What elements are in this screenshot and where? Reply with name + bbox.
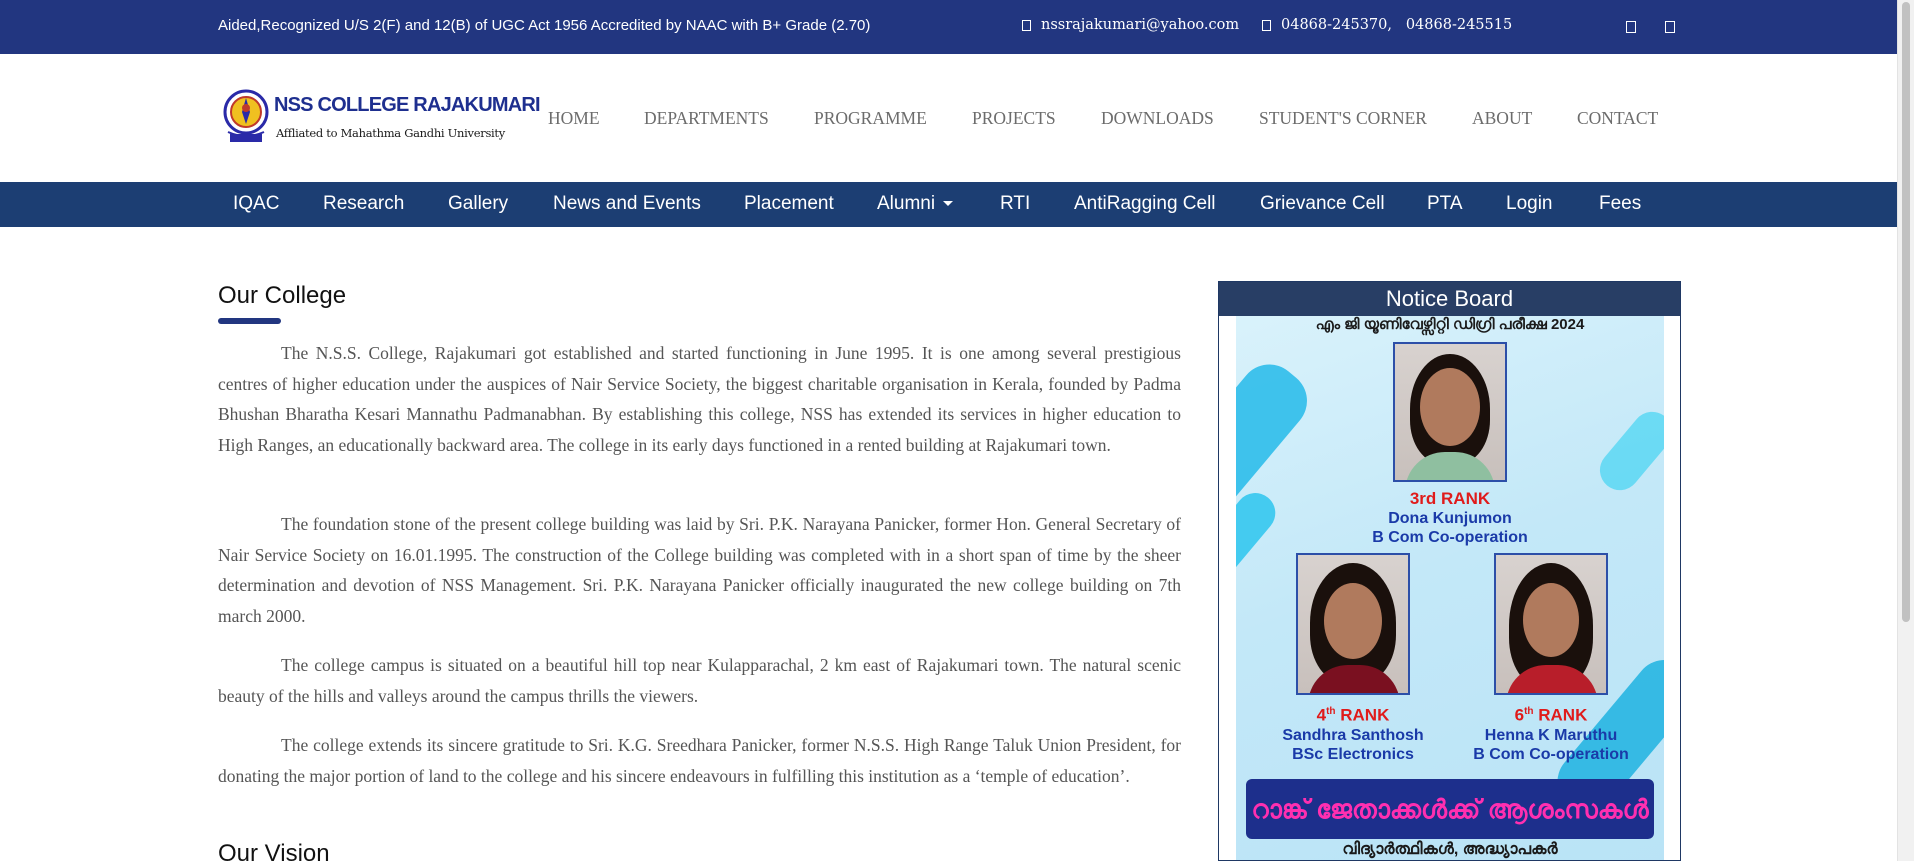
college-emblem-icon [223, 89, 269, 142]
college-name: NSS COLLEGE RAJAKUMARI [274, 94, 541, 116]
nav-gallery[interactable]: Gallery [448, 193, 508, 215]
nav-programme[interactable]: PROGRAMME [814, 108, 927, 129]
nav-antiragging-cell[interactable]: AntiRagging Cell [1074, 193, 1216, 215]
nav-students-corner[interactable]: STUDENT'S CORNER [1259, 108, 1427, 129]
youtube-icon[interactable] [1665, 21, 1675, 33]
top-info-bar: Aided,Recognized U/S 2(F) and 12(B) of U… [0, 0, 1897, 54]
phone-icon [1262, 19, 1271, 31]
paragraph-2: The foundation stone of the present coll… [218, 514, 1181, 626]
student-course: B Com Co-operation [1473, 745, 1629, 763]
student-photo [1494, 553, 1608, 695]
chevron-down-icon [943, 201, 954, 207]
college-logo[interactable]: NSS COLLEGE RAJAKUMARI Affliated to Maha… [222, 86, 541, 150]
nav-contact[interactable]: CONTACT [1577, 108, 1658, 129]
nav-placement[interactable]: Placement [744, 193, 834, 215]
student-photo [1296, 553, 1410, 695]
college-affiliation: Affliated to Mahathma Gandhi University [276, 126, 505, 140]
secondary-nav: IQAC Research Gallery News and Events Pl… [0, 182, 1897, 227]
rank-suffix: th [1326, 706, 1336, 717]
nav-grievance-cell[interactable]: Grievance Cell [1260, 193, 1385, 215]
student-course: B Com Co-operation [1372, 529, 1528, 546]
nav-login[interactable]: Login [1506, 193, 1553, 215]
scrollbar-thumb[interactable] [1902, 2, 1910, 622]
rank-card-3: 6th RANK Henna K Maruthu B Com Co-operat… [1434, 702, 1664, 764]
notice-poster[interactable]: എം ജി യൂണിവേഴ്സിറ്റി ഡിഗ്രി പരീക്ഷ 2024 … [1236, 316, 1664, 860]
envelope-icon [1022, 19, 1031, 31]
nav-about[interactable]: ABOUT [1472, 108, 1532, 129]
facebook-icon[interactable] [1626, 21, 1636, 33]
nav-projects[interactable]: PROJECTS [972, 108, 1056, 129]
nav-alumni-dropdown[interactable]: Alumni [877, 193, 954, 215]
rank-word: RANK [1335, 705, 1390, 725]
student-name: Dona Kunjumon [1388, 510, 1512, 527]
decor-stripe [1591, 403, 1664, 499]
site-header: NSS COLLEGE RAJAKUMARI Affliated to Maha… [0, 54, 1897, 182]
banner-subtext: വിദ്യാർത്ഥികൾ, അദ്ധ്യാപകർ [1342, 841, 1558, 858]
rank-card-1: 3rd RANK Dona Kunjumon B Com Co-operatio… [1236, 489, 1664, 547]
nav-news-and-events[interactable]: News and Events [553, 193, 701, 215]
nav-alumni-label: Alumni [877, 193, 936, 214]
rank-label: 6th RANK [1434, 702, 1664, 726]
phone-text: 04868-245370, 04868-245515 [1281, 17, 1513, 33]
paragraph-4: The college extends its sincere gratitud… [218, 735, 1181, 786]
rank-word: RANK [1533, 705, 1588, 725]
nav-fees[interactable]: Fees [1599, 193, 1641, 215]
congratulations-banner: റാങ്ക് ജേതാക്കൾക്ക് ആശംസകൾ [1246, 779, 1654, 839]
page-scrollbar[interactable] [1897, 0, 1914, 861]
rank-suffix: th [1524, 706, 1534, 717]
nav-home[interactable]: HOME [548, 108, 600, 129]
title-underline [218, 318, 281, 324]
rank-number: 6 [1514, 705, 1525, 725]
student-name: Henna K Maruthu [1484, 726, 1618, 744]
paragraph-1: The N.S.S. College, Rajakumari got estab… [218, 343, 1181, 455]
rank-number: 4 [1316, 705, 1327, 725]
student-photo [1393, 342, 1507, 482]
photo-face [1420, 368, 1480, 446]
email-text[interactable]: nssrajakumari@yahoo.com [1041, 17, 1239, 33]
nav-iqac[interactable]: IQAC [233, 193, 279, 215]
nav-downloads[interactable]: DOWNLOADS [1101, 108, 1214, 129]
page-title: Our College [218, 282, 347, 309]
contact-phone: 04868-245370, 04868-245515 [1262, 17, 1512, 33]
page: Aided,Recognized U/S 2(F) and 12(B) of U… [0, 0, 1897, 867]
contact-email[interactable]: nssrajakumari@yahoo.com [1022, 17, 1239, 33]
section-title-vision: Our Vision [218, 840, 330, 867]
photo-face [1324, 583, 1382, 659]
rank-label: 3rd RANK [1409, 489, 1491, 508]
poster-heading: എം ജി യൂണിവേഴ്സിറ്റി ഡിഗ്രി പരീക്ഷ 2024 [1315, 316, 1585, 333]
photo-face [1523, 583, 1579, 657]
notice-board-heading: Notice Board [1219, 282, 1680, 316]
paragraph-3: The college campus is situated on a beau… [218, 655, 1181, 706]
nav-pta[interactable]: PTA [1427, 193, 1463, 215]
notice-board: Notice Board എം ജി യൂണിവേഴ്സിറ്റി ഡിഗ്രി… [1218, 281, 1681, 861]
accreditation-text: Aided,Recognized U/S 2(F) and 12(B) of U… [218, 17, 871, 34]
nav-rti[interactable]: RTI [1000, 193, 1030, 215]
nav-research[interactable]: Research [323, 193, 404, 215]
nav-departments[interactable]: DEPARTMENTS [644, 108, 769, 129]
photo-shoulders [1405, 452, 1495, 480]
